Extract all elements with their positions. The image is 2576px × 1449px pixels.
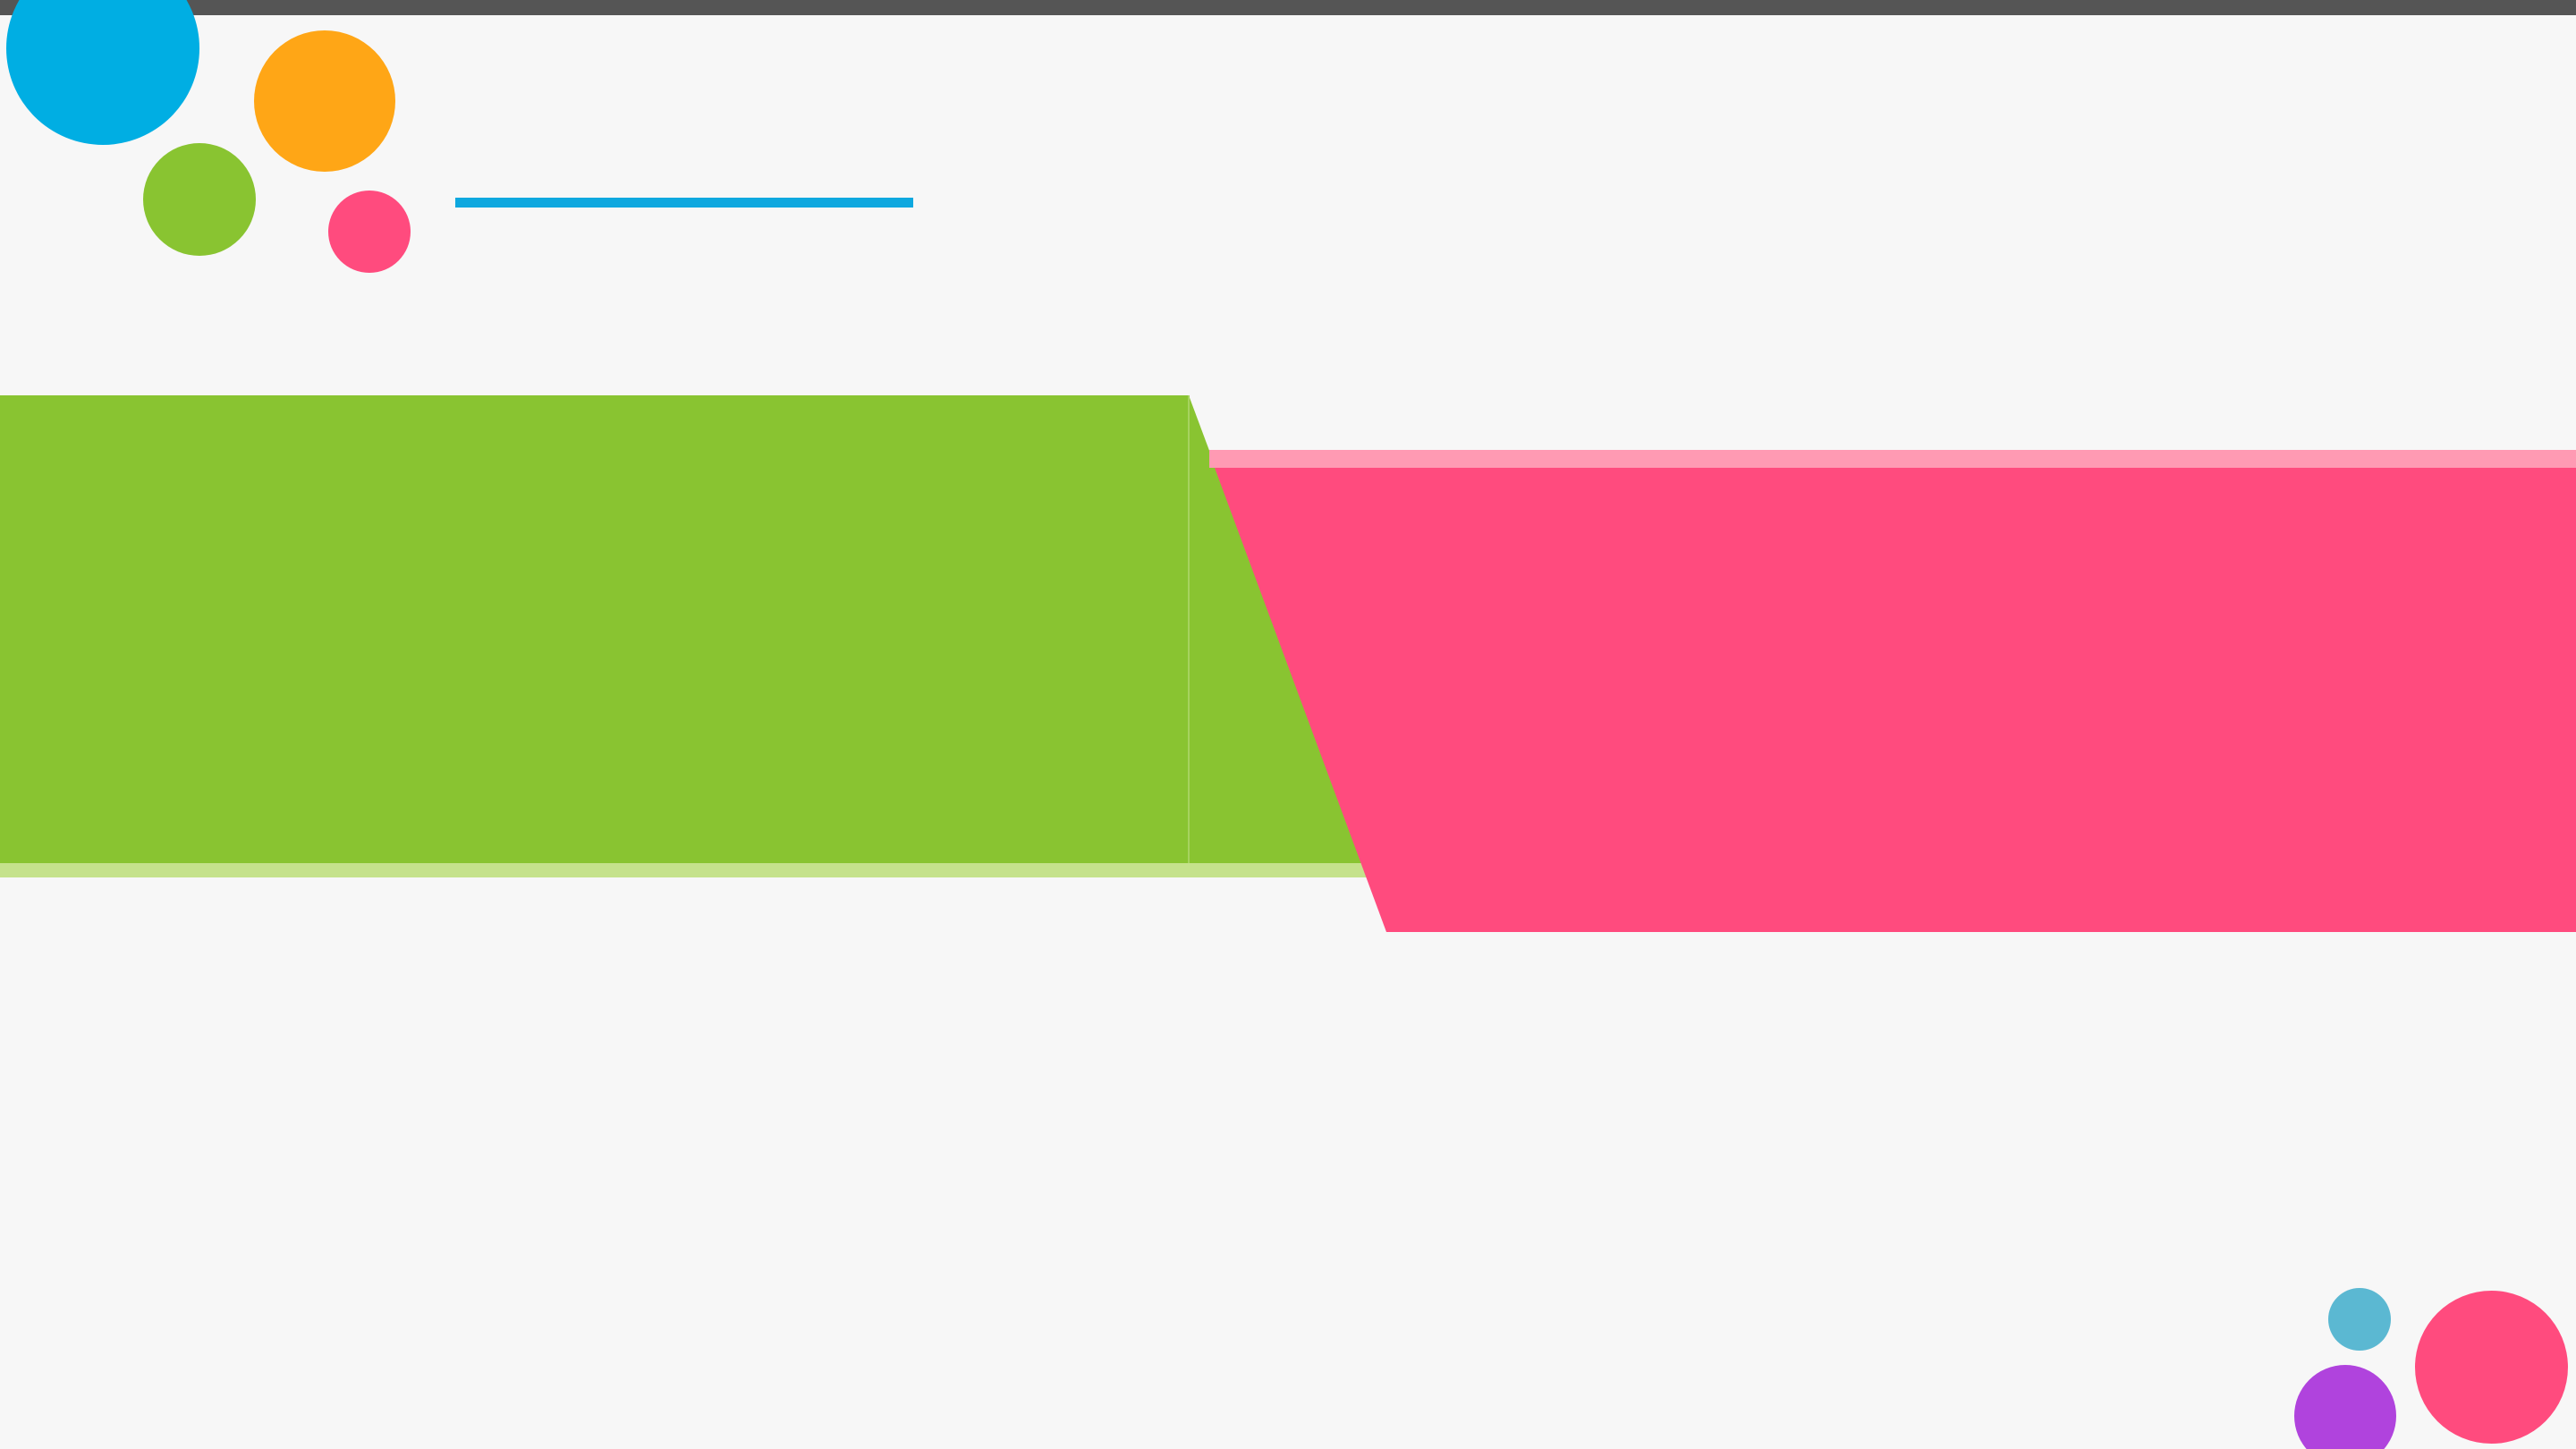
- green-banner: [0, 395, 1363, 863]
- slide-canvas: [0, 0, 2576, 1449]
- pink-banner: [1215, 468, 2576, 932]
- banner-shapes: [0, 395, 2576, 932]
- green-banner-underline: [0, 863, 1368, 877]
- circle-pink-large: [2415, 1291, 2568, 1444]
- pink-banner-overline: [1209, 450, 2576, 468]
- circle-teal-small: [2328, 1288, 2391, 1351]
